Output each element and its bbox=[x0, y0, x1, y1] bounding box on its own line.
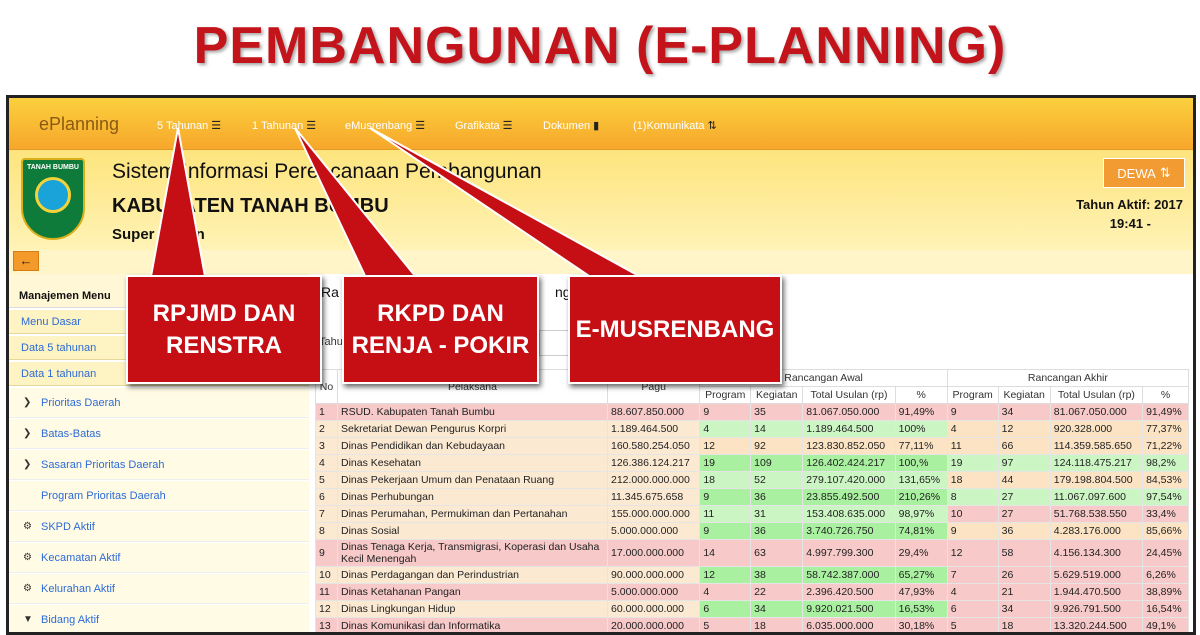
pointer-rpjmd bbox=[148, 127, 208, 283]
callout-rkpd-renja: RKPD DAN RENJA - POKIR bbox=[342, 275, 539, 384]
pointer-rkpd bbox=[294, 127, 423, 283]
pointer-musrenbang bbox=[369, 127, 651, 283]
callout-emusrenbang: E-MUSRENBANG bbox=[568, 275, 782, 384]
callout-rpjmd-renstra: RPJMD DAN RENSTRA bbox=[126, 275, 322, 384]
